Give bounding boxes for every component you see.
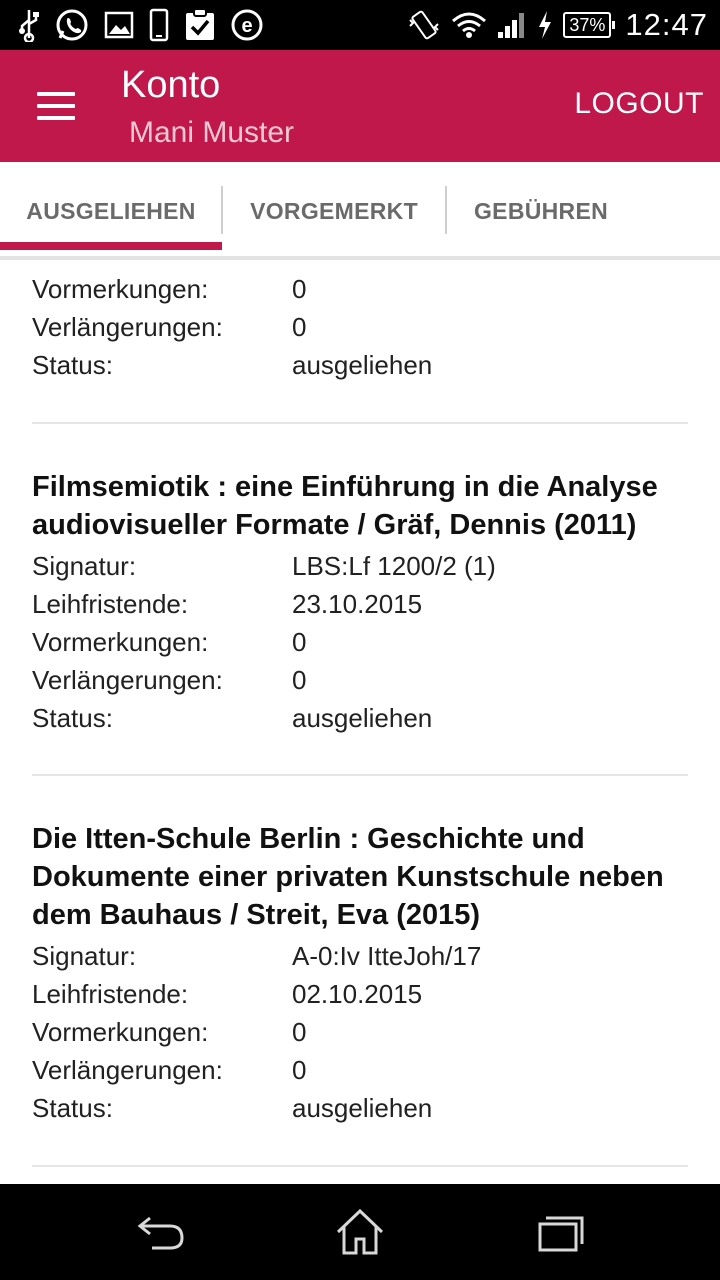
wifi-icon [452, 12, 487, 38]
field-value: A-0:Iv IttеJoh/17 [292, 941, 482, 971]
svg-text:e: e [241, 15, 252, 37]
field-value: 23.10.2015 [292, 589, 423, 619]
clock: 12:47 [625, 7, 708, 42]
loan-item-2-title[interactable]: Die Itten-Schule Berlin : Geschichte und… [32, 820, 702, 934]
phone-icon [149, 8, 169, 42]
divider [32, 422, 688, 424]
app-bar: Konto Mani Muster LOGOUT [0, 50, 720, 162]
battery-icon: 37% [563, 12, 616, 38]
field-label: Leihfristende: [32, 979, 189, 1009]
field-value: ausgeliehen [292, 350, 433, 380]
field-value: 0 [292, 1055, 307, 1085]
home-icon[interactable] [330, 1206, 390, 1258]
user-name: Mani Muster [129, 116, 295, 149]
field-value: LBS:Lf 1200/2 (1) [292, 551, 496, 581]
charging-icon [539, 11, 552, 39]
whatsapp-icon [56, 9, 88, 41]
field-label: Signatur: [32, 941, 137, 971]
recents-icon[interactable] [530, 1206, 590, 1258]
field-label: Vormerkungen: [32, 627, 209, 657]
vibrate-icon [409, 10, 440, 40]
page-title: Konto [121, 64, 221, 106]
active-tab-indicator [0, 242, 222, 250]
field-label: Signatur: [32, 551, 137, 581]
field-value: 0 [292, 274, 307, 304]
field-label: Status: [32, 703, 113, 733]
system-icons: 37% 12:47 [407, 6, 708, 44]
back-icon[interactable] [130, 1206, 190, 1258]
field-value: 02.10.2015 [292, 979, 423, 1009]
clipboard-check-icon [186, 8, 214, 40]
field-value: 0 [292, 665, 307, 695]
field-label: Verlängerungen: [32, 1055, 223, 1085]
field-label: Verlängerungen: [32, 312, 223, 342]
field-label: Leihfristende: [32, 589, 189, 619]
status-bar: e 37% 12:47 [0, 0, 720, 50]
usb-icon [19, 10, 39, 42]
tab-vorgemerkt[interactable]: VORGEMERKT [222, 162, 446, 260]
divider [32, 774, 688, 776]
logout-button[interactable]: LOGOUT [574, 87, 704, 121]
field-label: Vormerkungen: [32, 1017, 209, 1047]
tab-gebuehren[interactable]: GEBÜHREN [446, 162, 636, 260]
field-label: Vormerkungen: [32, 274, 209, 304]
field-label: Status: [32, 350, 113, 380]
field-label: Verlängerungen: [32, 665, 223, 695]
navigation-bar [0, 1184, 720, 1280]
field-label: Status: [32, 1093, 113, 1123]
tab-bar: AUSGELIEHEN VORGEMERKT GEBÜHREN [0, 162, 720, 260]
divider [32, 1165, 688, 1167]
loan-item-1-title[interactable]: Filmsemiotik : eine Einführung in die An… [32, 468, 702, 544]
notification-icons: e [18, 6, 264, 44]
field-value: 0 [292, 627, 307, 657]
signal-icon [498, 13, 525, 38]
e-icon: e [231, 9, 263, 41]
menu-icon[interactable] [30, 86, 82, 126]
field-value: ausgeliehen [292, 1093, 433, 1123]
image-icon [104, 11, 134, 39]
field-value: ausgeliehen [292, 703, 433, 733]
loan-list[interactable]: Vormerkungen: 0 Verlängerungen: 0 Status… [0, 260, 720, 1184]
field-value: 0 [292, 1017, 307, 1047]
field-value: 0 [292, 312, 307, 342]
